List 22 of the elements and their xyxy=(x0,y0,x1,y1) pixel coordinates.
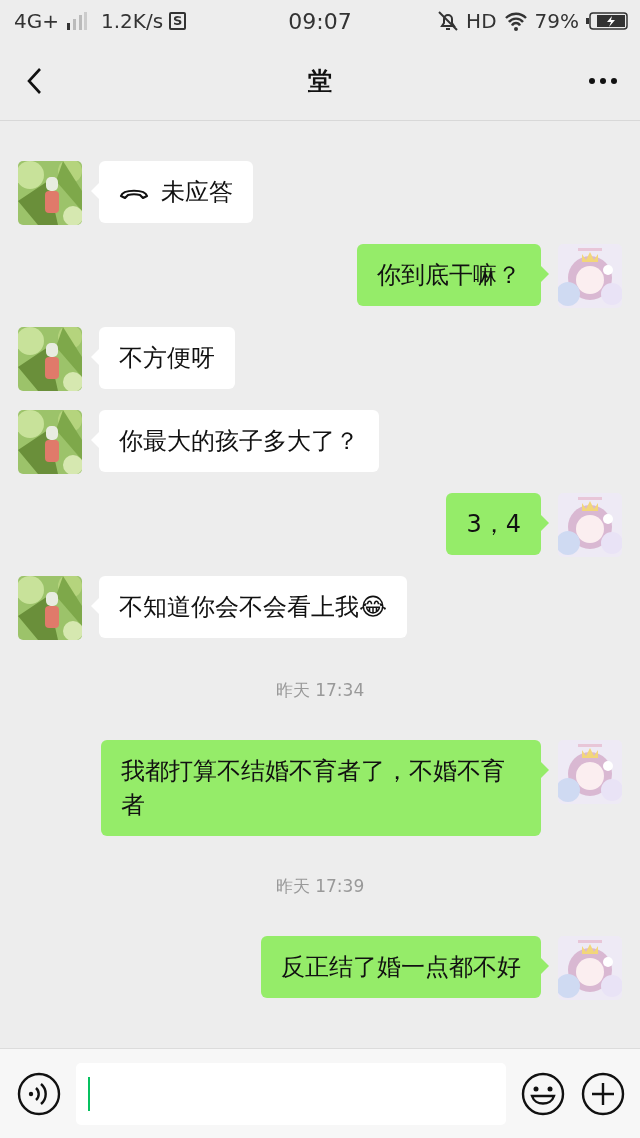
battery-icon xyxy=(586,11,628,31)
mute-bell-icon xyxy=(437,10,460,32)
more-icon xyxy=(588,77,618,85)
back-icon xyxy=(26,67,42,95)
timestamp: 昨天 17:34 xyxy=(275,680,365,700)
clock: 09:07 xyxy=(288,8,352,34)
emoji-button[interactable] xyxy=(520,1070,566,1117)
timestamp: 昨天 17:39 xyxy=(275,876,365,896)
message-input-field[interactable] xyxy=(76,1062,506,1125)
wifi-icon xyxy=(503,11,528,31)
notification-icon: S xyxy=(169,12,187,30)
network-type: 4G+ xyxy=(14,9,59,33)
battery-percent: 79% xyxy=(534,9,579,33)
voice-icon xyxy=(16,1070,62,1117)
voice-button[interactable] xyxy=(16,1070,62,1117)
signal-icon xyxy=(65,12,87,30)
network-speed: 1.2K/s xyxy=(101,9,164,33)
plus-button[interactable] xyxy=(580,1070,626,1117)
chat-title: 堂 xyxy=(308,67,332,95)
plus-icon xyxy=(580,1070,626,1117)
smiley-icon xyxy=(520,1070,566,1117)
hd-label: HD xyxy=(466,9,497,33)
